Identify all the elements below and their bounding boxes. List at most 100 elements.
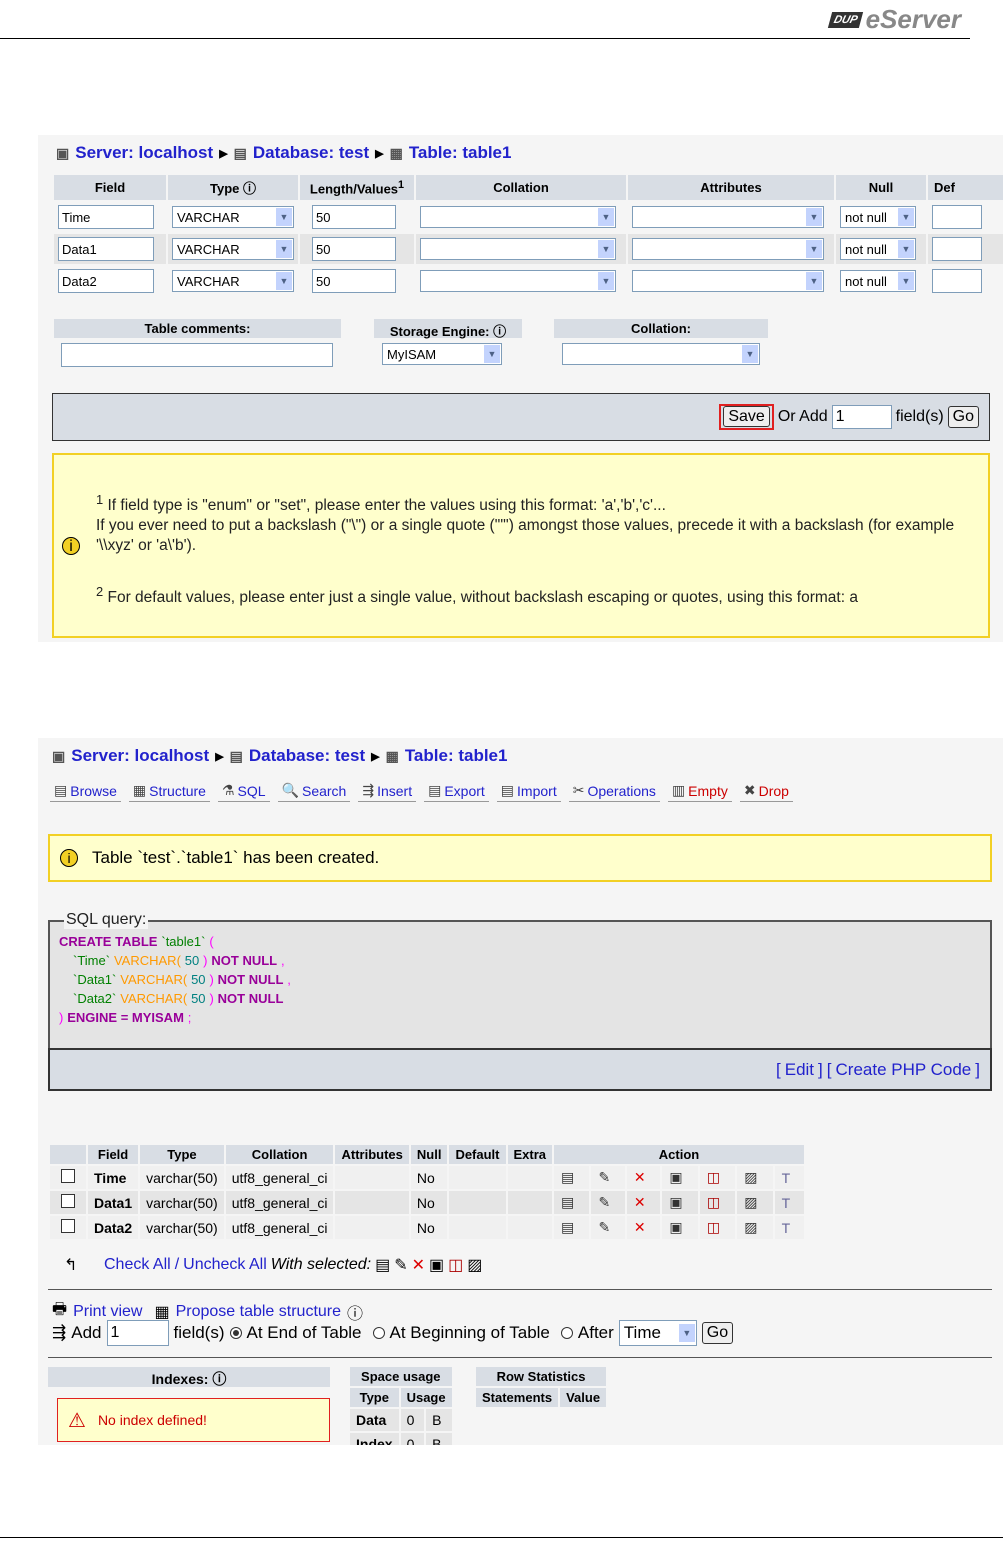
col-value: Value — [560, 1388, 607, 1407]
field-name-input[interactable]: Data1 — [58, 237, 154, 261]
breadcrumb-database[interactable]: Database: test — [253, 143, 369, 163]
browse-icon[interactable]: ▤ — [554, 1191, 590, 1214]
breadcrumb-table[interactable]: Table: table1 — [405, 746, 508, 766]
browse-icon[interactable]: ▤ — [554, 1216, 590, 1239]
tab-operations[interactable]: ✂ Operations — [568, 780, 660, 802]
uncheck-all-link[interactable]: Uncheck All — [183, 1256, 267, 1274]
length-input[interactable]: 50 — [312, 237, 396, 261]
create-php-code-link[interactable]: Create PHP Code — [836, 1060, 972, 1080]
help-icon[interactable]: ⓘ — [493, 324, 506, 339]
collation-select[interactable]: ▼ — [420, 238, 616, 260]
print-view-link[interactable]: Print view — [73, 1303, 142, 1321]
attributes-select[interactable]: ▼ — [632, 238, 824, 260]
header-divider — [0, 38, 970, 39]
index-icon[interactable]: ▨ — [737, 1216, 773, 1239]
tab-browse[interactable]: ▤ Browse — [50, 780, 121, 802]
cell-type: varchar(50) — [140, 1166, 224, 1189]
tab-structure[interactable]: ▦ Structure — [128, 780, 210, 802]
type-select[interactable]: VARCHAR ▼ — [172, 206, 294, 228]
tab-insert[interactable]: ⇶ Insert — [358, 780, 417, 802]
propose-table-structure-link[interactable]: Propose table structure — [176, 1303, 341, 1321]
attributes-select[interactable]: ▼ — [632, 206, 824, 228]
default-input[interactable] — [932, 269, 982, 293]
fulltext-icon[interactable]: T — [774, 1191, 805, 1214]
tab-export[interactable]: ▤ Export — [424, 780, 489, 802]
length-input[interactable]: 50 — [312, 269, 396, 293]
at-end-radio[interactable] — [229, 1327, 242, 1339]
primary-icon[interactable]: ▣ — [662, 1191, 698, 1214]
sql-paren: ) — [209, 991, 214, 1006]
add-fields-count-input[interactable]: 1 — [831, 405, 892, 429]
after-field-select[interactable]: Time ▼ — [618, 1320, 697, 1346]
footnote-2-text: For default values, please enter just a … — [107, 589, 858, 607]
help-icon[interactable]: ⓘ — [243, 181, 256, 196]
at-beginning-radio[interactable] — [372, 1327, 385, 1339]
server-icon: ▣ — [56, 144, 70, 161]
tab-import[interactable]: ▤ Import — [496, 780, 561, 802]
row-checkbox[interactable] — [61, 1219, 75, 1233]
fulltext-icon[interactable]: T — [774, 1216, 805, 1239]
tab-sql[interactable]: ⚗ SQL — [217, 780, 270, 802]
breadcrumb-database[interactable]: Database: test — [249, 746, 365, 766]
footnote-2: 2 For default values, please enter just … — [96, 582, 976, 608]
breadcrumb-table[interactable]: Table: table1 — [409, 143, 512, 163]
after-radio[interactable] — [560, 1327, 573, 1339]
breadcrumb-server[interactable]: Server: localhost — [71, 746, 209, 766]
type-select[interactable]: VARCHAR ▼ — [172, 270, 294, 292]
unique-icon[interactable]: ◫ — [699, 1191, 736, 1214]
unique-icon[interactable]: ◫ — [448, 1255, 463, 1275]
collation-select[interactable]: ▼ — [562, 343, 760, 365]
tab-search[interactable]: 🔍 Search — [277, 780, 351, 802]
field-name-input[interactable]: Data2 — [58, 269, 154, 293]
browse-icon[interactable]: ▤ — [375, 1255, 390, 1275]
edit-icon[interactable]: ✎ — [591, 1216, 625, 1239]
null-select[interactable]: not null ▼ — [840, 206, 916, 228]
collation-select[interactable]: ▼ — [420, 206, 616, 228]
check-all-link[interactable]: Check All — [104, 1256, 171, 1274]
edit-icon[interactable]: ✎ — [394, 1255, 407, 1275]
default-input[interactable] — [932, 205, 982, 229]
col-action: Action — [554, 1145, 805, 1164]
delete-icon[interactable]: ✕ — [626, 1166, 661, 1189]
breadcrumb-server[interactable]: Server: localhost — [75, 143, 213, 163]
length-input[interactable]: 50 — [312, 205, 396, 229]
null-select[interactable]: not null ▼ — [840, 270, 916, 292]
field-name-input[interactable]: Time — [58, 205, 154, 229]
go-button[interactable]: Go — [947, 406, 979, 428]
primary-icon[interactable]: ▣ — [662, 1166, 698, 1189]
browse-icon[interactable]: ▤ — [554, 1166, 590, 1189]
row-checkbox[interactable] — [61, 1194, 75, 1208]
insert-icon: ⇶ — [52, 1323, 67, 1342]
delete-icon[interactable]: ✕ — [412, 1255, 425, 1275]
edit-icon[interactable]: ✎ — [591, 1191, 625, 1214]
null-select[interactable]: not null ▼ — [840, 238, 916, 260]
edit-icon[interactable]: ✎ — [591, 1166, 625, 1189]
row-checkbox[interactable] — [61, 1169, 75, 1183]
index-icon[interactable]: ▨ — [737, 1166, 773, 1189]
index-icon[interactable]: ▨ — [467, 1255, 482, 1275]
col-length-label: Length/Values — [309, 181, 399, 197]
cell-collation: utf8_general_ci — [225, 1191, 334, 1214]
add-go-button[interactable]: Go — [701, 1322, 734, 1344]
fulltext-icon[interactable]: T — [774, 1166, 805, 1189]
unique-icon[interactable]: ◫ — [699, 1166, 736, 1189]
edit-link[interactable]: Edit — [785, 1060, 814, 1080]
default-input[interactable] — [932, 237, 982, 261]
storage-engine-select[interactable]: MyISAM ▼ — [382, 343, 502, 365]
help-icon[interactable]: ⓘ — [212, 1371, 226, 1387]
delete-icon[interactable]: ✕ — [626, 1191, 661, 1214]
primary-icon[interactable]: ▣ — [429, 1255, 444, 1275]
sql-length: 50 — [184, 953, 200, 968]
primary-icon[interactable]: ▣ — [662, 1216, 698, 1239]
delete-icon[interactable]: ✕ — [626, 1216, 661, 1239]
save-button[interactable]: Save — [723, 406, 770, 427]
attributes-select[interactable]: ▼ — [632, 270, 824, 292]
collation-select[interactable]: ▼ — [420, 270, 616, 292]
type-select[interactable]: VARCHAR ▼ — [172, 238, 294, 260]
add-count-input[interactable]: 1 — [106, 1320, 169, 1346]
index-icon[interactable]: ▨ — [737, 1191, 773, 1214]
unique-icon[interactable]: ◫ — [699, 1216, 736, 1239]
tab-drop[interactable]: ✖ Drop — [739, 780, 793, 802]
table-comments-input[interactable] — [61, 343, 333, 367]
tab-empty[interactable]: ▥ Empty — [667, 780, 732, 802]
